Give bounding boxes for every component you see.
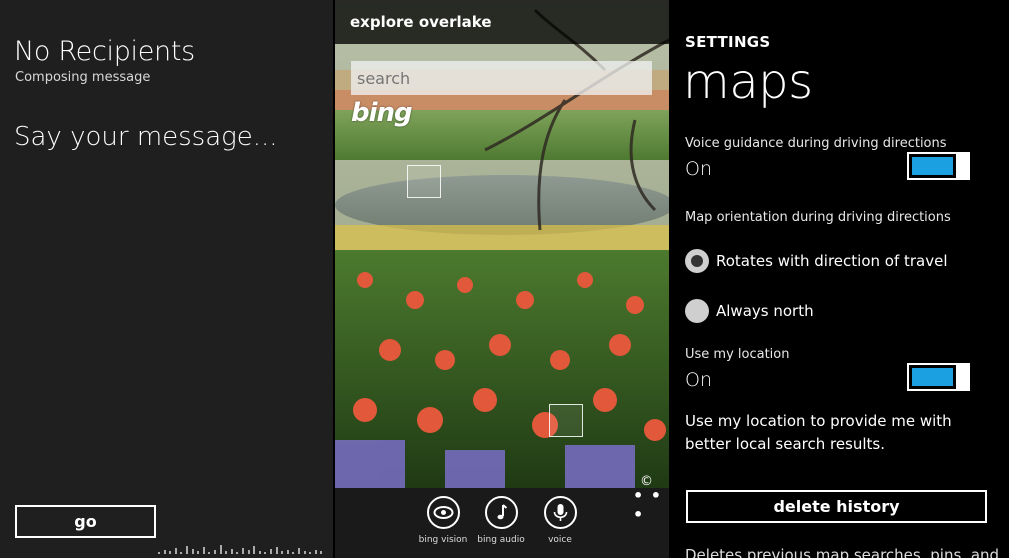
audio-level-bar (197, 551, 200, 554)
audio-level-bar (180, 552, 183, 554)
audio-level-bar (186, 546, 188, 554)
header-bar: explore overlake (335, 0, 669, 44)
bing-audio-label: bing audio (477, 535, 525, 545)
bing-vision-button[interactable]: bing vision (413, 496, 473, 545)
toggle-knob (957, 152, 970, 180)
voice-guidance-label: Voice guidance during driving directions (685, 136, 947, 151)
voice-label: voice (548, 535, 572, 545)
maps-settings-panel: SETTINGS maps Voice guidance during driv… (671, 0, 1009, 558)
radio-rotates-with-travel[interactable] (685, 249, 709, 273)
microphone-icon (543, 496, 577, 529)
toggle-fill (912, 368, 953, 386)
voice-guidance-value: On (685, 158, 712, 180)
bing-search-panel: explore overlake bing © • • • bing visio… (335, 0, 669, 558)
location-header: explore overlake (350, 13, 492, 31)
message-compose-panel: No Recipients Composing message Say your… (0, 0, 333, 558)
voice-button[interactable]: voice (530, 496, 590, 545)
audio-level-bar (286, 550, 289, 554)
audio-level-bar (236, 552, 239, 554)
use-location-toggle[interactable] (907, 363, 970, 391)
audio-level-bar (169, 551, 172, 554)
orientation-label: Map orientation during driving direction… (685, 210, 951, 225)
settings-category: SETTINGS (685, 33, 771, 51)
use-location-label: Use my location (685, 347, 790, 362)
location-description: Use my location to provide me with bette… (685, 412, 952, 453)
radio-label-rotates[interactable]: Rotates with direction of travel (716, 252, 948, 270)
audio-level-bar (163, 550, 166, 554)
audio-level-bar (219, 545, 222, 554)
music-note-icon (484, 496, 518, 529)
audio-level-bar (314, 550, 317, 554)
toggle-track (907, 152, 958, 180)
compose-status: Composing message (15, 70, 151, 85)
audio-level-bar (174, 548, 177, 554)
audio-level-bar (191, 549, 194, 554)
toggle-knob (957, 363, 970, 391)
audio-level-bar (242, 548, 244, 554)
audio-level-bar (264, 552, 267, 554)
radio-label-north[interactable]: Always north (716, 302, 814, 320)
voice-prompt: Say your message... (14, 122, 278, 152)
eye-icon (426, 496, 460, 529)
search-input[interactable] (351, 61, 652, 95)
photo-hotspot[interactable] (549, 404, 583, 437)
audio-level-indicator (158, 538, 333, 554)
radio-always-north[interactable] (685, 299, 709, 323)
audio-level-bar (258, 551, 261, 554)
audio-level-bar (270, 549, 272, 554)
voice-guidance-toggle[interactable] (907, 152, 970, 180)
audio-level-bar (292, 552, 295, 554)
audio-level-bar (281, 551, 284, 554)
audio-level-bar (309, 552, 312, 554)
audio-level-bar (303, 551, 306, 554)
more-options-icon[interactable]: • • • (633, 486, 669, 524)
audio-level-bar (298, 548, 300, 554)
audio-level-bar (247, 550, 250, 554)
recipients-title: No Recipients (14, 36, 195, 67)
bing-vision-label: bing vision (418, 535, 468, 545)
use-location-value: On (685, 369, 712, 391)
delete-history-button[interactable]: delete history (686, 490, 987, 523)
audio-level-bar (320, 551, 323, 554)
toggle-track (907, 363, 958, 391)
audio-level-bar (208, 552, 211, 554)
audio-level-bar (230, 549, 233, 554)
page-title: maps (683, 54, 813, 110)
bing-logo: bing (351, 98, 413, 128)
audio-level-bar (253, 546, 256, 554)
audio-level-bar (275, 547, 278, 554)
audio-level-bar (158, 552, 160, 554)
audio-level-bar (202, 547, 205, 554)
audio-level-bar (225, 551, 228, 554)
photo-hotspot[interactable] (407, 165, 441, 198)
delete-history-description: Deletes previous map searches, pins, and (685, 546, 1000, 558)
go-button[interactable]: go (15, 505, 156, 538)
bing-audio-button[interactable]: bing audio (471, 496, 531, 545)
toggle-fill (912, 157, 953, 175)
audio-level-bar (214, 550, 216, 554)
